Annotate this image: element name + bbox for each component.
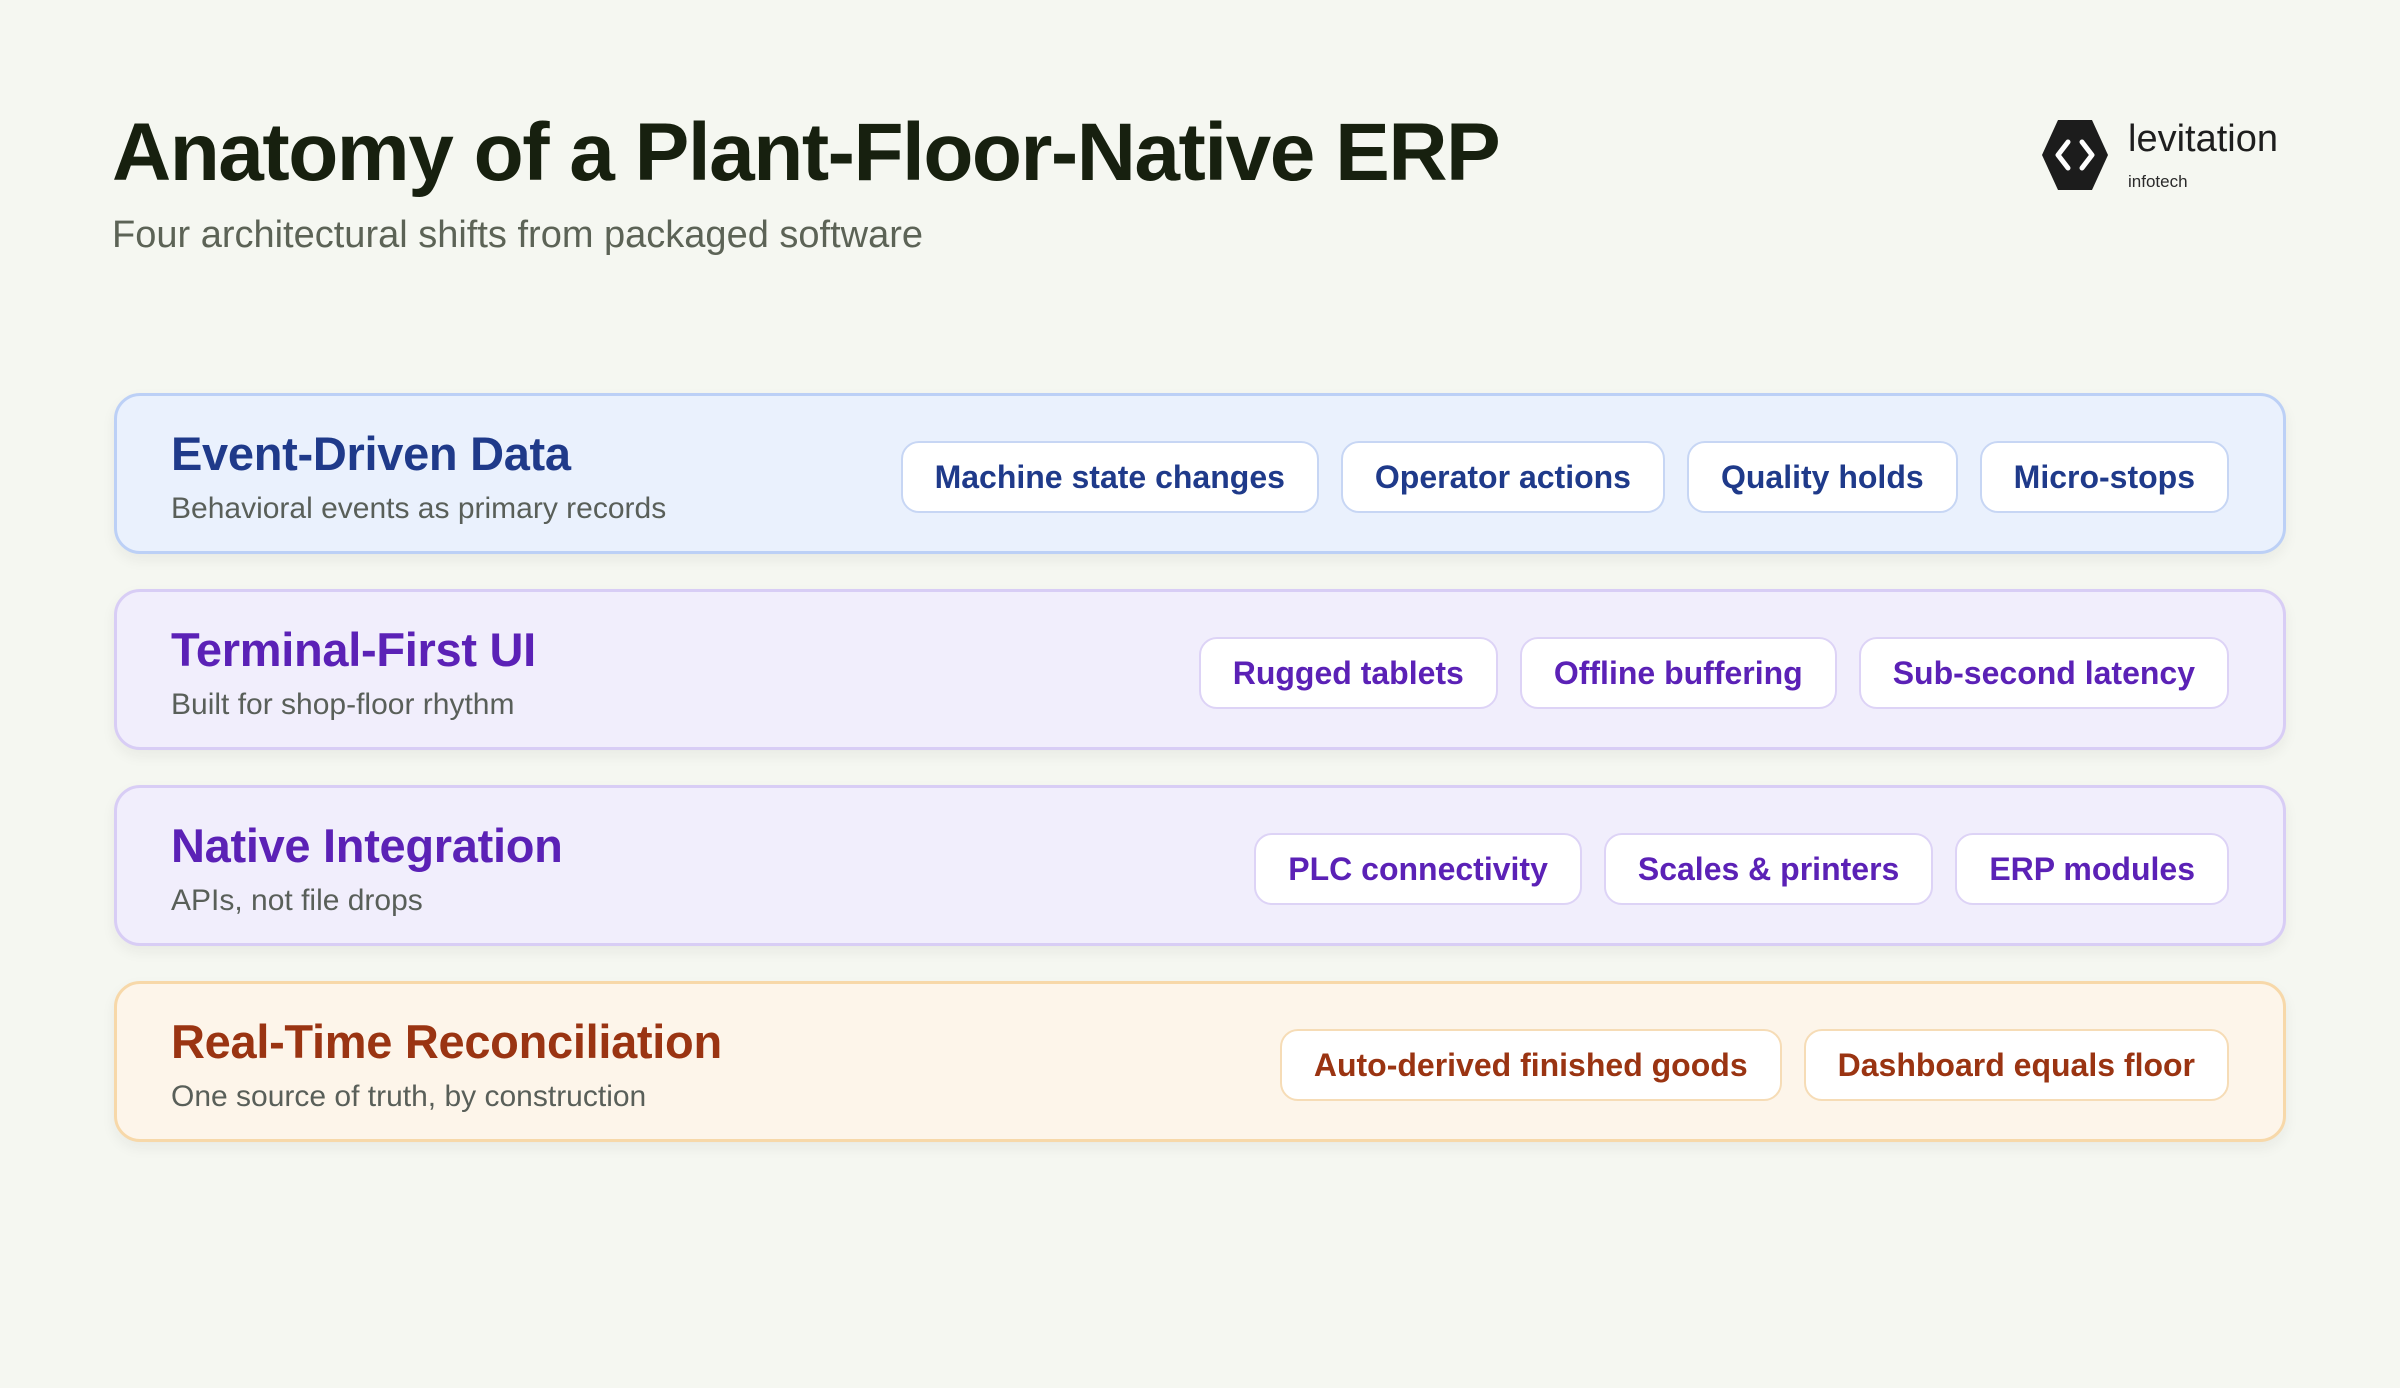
layer-real-time-reconciliation: Real-Time Reconciliation One source of t…: [114, 981, 2286, 1142]
layer-subtitle: APIs, not file drops: [171, 884, 423, 917]
layer-title: Terminal-First UI: [171, 623, 536, 676]
chip-quality-holds: Quality holds: [1686, 441, 1958, 513]
chip-rugged-tablets: Rugged tablets: [1198, 637, 1498, 709]
layer-event-driven-data: Event-Driven Data Behavioral events as p…: [114, 393, 2286, 554]
layer-subtitle: Built for shop-floor rhythm: [171, 688, 515, 721]
chip-erp-modules: ERP modules: [1955, 833, 2229, 905]
brand-tagline: infotech: [2128, 172, 2188, 191]
chip-group: PLC connectivity Scales & printers ERP m…: [1254, 833, 2229, 905]
chip-dashboard-equals-floor: Dashboard equals floor: [1803, 1029, 2229, 1101]
chip-micro-stops: Micro-stops: [1979, 441, 2229, 513]
layer-title: Event-Driven Data: [171, 427, 571, 480]
brand-logo: levitation infotech: [2040, 116, 2300, 196]
chip-group: Auto-derived finished goods Dashboard eq…: [1279, 1029, 2229, 1101]
chip-scales-printers: Scales & printers: [1603, 833, 1934, 905]
chip-offline-buffering: Offline buffering: [1519, 637, 1837, 709]
hexagon-code-icon: [2042, 120, 2108, 190]
layer-title: Real-Time Reconciliation: [171, 1015, 722, 1068]
chip-group: Rugged tablets Offline buffering Sub-sec…: [1198, 637, 2229, 709]
brand-name: levitation: [2128, 118, 2278, 160]
chip-operator-actions: Operator actions: [1340, 441, 1665, 513]
layer-terminal-first-ui: Terminal-First UI Built for shop-floor r…: [114, 589, 2286, 750]
layer-native-integration: Native Integration APIs, not file drops …: [114, 785, 2286, 946]
chip-machine-state-changes: Machine state changes: [900, 441, 1319, 513]
page-title: Anatomy of a Plant-Floor-Native ERP: [112, 107, 1501, 198]
layer-subtitle: Behavioral events as primary records: [171, 492, 667, 525]
layer-subtitle: One source of truth, by construction: [171, 1080, 647, 1113]
chip-plc-connectivity: PLC connectivity: [1254, 833, 1582, 905]
chip-sub-second-latency: Sub-second latency: [1858, 637, 2229, 709]
chip-group: Machine state changes Operator actions Q…: [900, 441, 2229, 513]
chip-auto-derived-finished-goods: Auto-derived finished goods: [1279, 1029, 1782, 1101]
page-subtitle: Four architectural shifts from packaged …: [112, 214, 924, 256]
layer-title: Native Integration: [171, 819, 563, 872]
